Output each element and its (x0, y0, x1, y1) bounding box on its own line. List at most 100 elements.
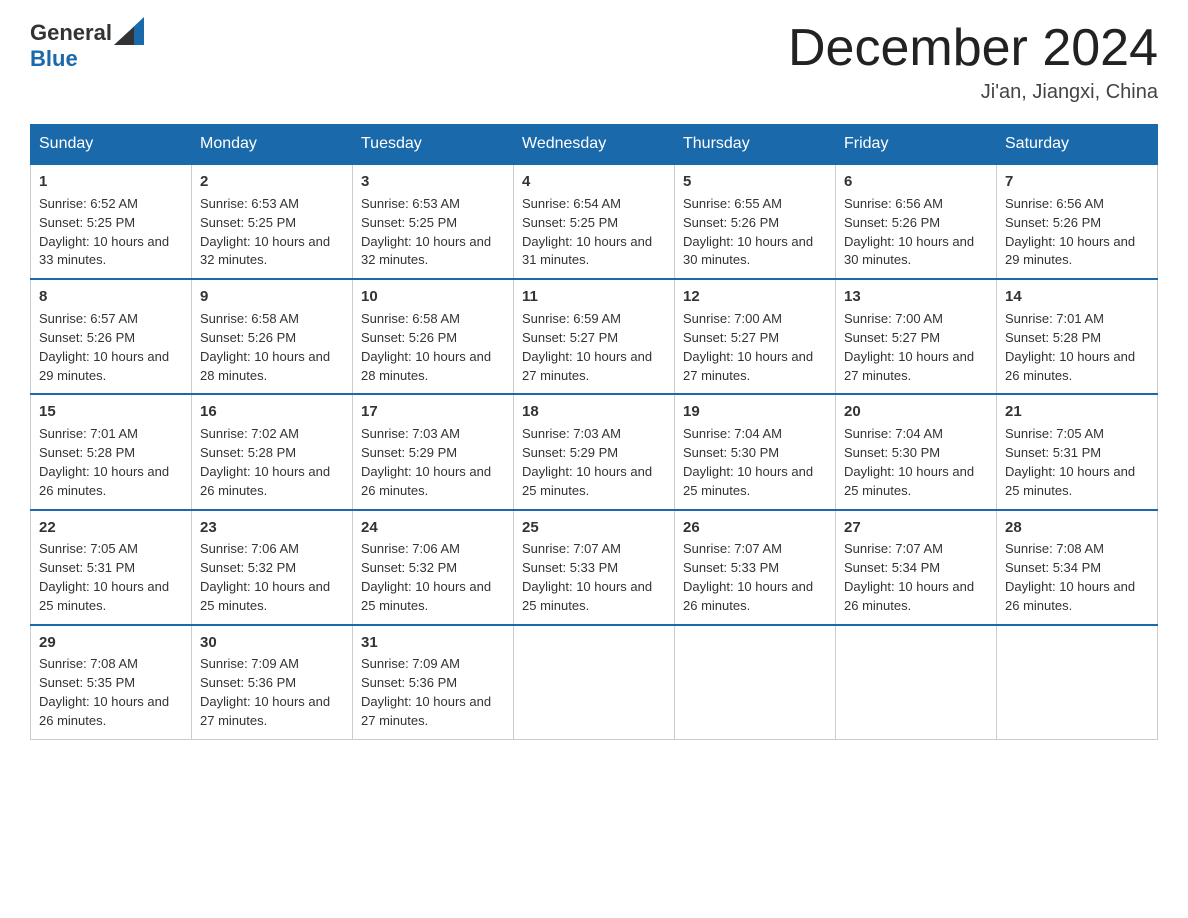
day-number: 27 (844, 517, 988, 539)
day-number: 10 (361, 286, 505, 308)
day-number: 11 (522, 286, 666, 308)
daylight-text: Daylight: 10 hours and 26 minutes. (683, 579, 813, 613)
sunrise-text: Sunrise: 7:03 AM (522, 426, 621, 441)
calendar-cell: 1Sunrise: 6:52 AMSunset: 5:25 PMDaylight… (31, 164, 192, 279)
sunrise-text: Sunrise: 7:05 AM (39, 541, 138, 556)
weekday-header-thursday: Thursday (675, 125, 836, 165)
daylight-text: Daylight: 10 hours and 27 minutes. (200, 694, 330, 728)
daylight-text: Daylight: 10 hours and 26 minutes. (1005, 349, 1135, 383)
daylight-text: Daylight: 10 hours and 25 minutes. (1005, 464, 1135, 498)
logo-blue: Blue (30, 46, 78, 72)
daylight-text: Daylight: 10 hours and 30 minutes. (683, 234, 813, 268)
day-number: 8 (39, 286, 183, 308)
sunrise-text: Sunrise: 6:52 AM (39, 196, 138, 211)
sunset-text: Sunset: 5:27 PM (522, 330, 618, 345)
calendar-cell: 15Sunrise: 7:01 AMSunset: 5:28 PMDayligh… (31, 394, 192, 509)
calendar-cell: 14Sunrise: 7:01 AMSunset: 5:28 PMDayligh… (997, 279, 1158, 394)
daylight-text: Daylight: 10 hours and 26 minutes. (844, 579, 974, 613)
calendar-cell: 18Sunrise: 7:03 AMSunset: 5:29 PMDayligh… (514, 394, 675, 509)
sunrise-text: Sunrise: 6:56 AM (844, 196, 943, 211)
daylight-text: Daylight: 10 hours and 29 minutes. (1005, 234, 1135, 268)
week-row-3: 15Sunrise: 7:01 AMSunset: 5:28 PMDayligh… (31, 394, 1158, 509)
sunrise-text: Sunrise: 6:58 AM (200, 311, 299, 326)
day-number: 29 (39, 632, 183, 654)
sunset-text: Sunset: 5:31 PM (39, 560, 135, 575)
day-number: 14 (1005, 286, 1149, 308)
day-number: 18 (522, 401, 666, 423)
sunset-text: Sunset: 5:26 PM (844, 215, 940, 230)
calendar-cell: 28Sunrise: 7:08 AMSunset: 5:34 PMDayligh… (997, 510, 1158, 625)
sunset-text: Sunset: 5:32 PM (361, 560, 457, 575)
sunset-text: Sunset: 5:33 PM (683, 560, 779, 575)
sunset-text: Sunset: 5:26 PM (1005, 215, 1101, 230)
month-title: December 2024 (788, 20, 1158, 77)
daylight-text: Daylight: 10 hours and 27 minutes. (683, 349, 813, 383)
sunrise-text: Sunrise: 7:08 AM (39, 656, 138, 671)
sunset-text: Sunset: 5:31 PM (1005, 445, 1101, 460)
sunset-text: Sunset: 5:36 PM (361, 675, 457, 690)
sunset-text: Sunset: 5:28 PM (1005, 330, 1101, 345)
daylight-text: Daylight: 10 hours and 25 minutes. (361, 579, 491, 613)
weekday-header-monday: Monday (192, 125, 353, 165)
daylight-text: Daylight: 10 hours and 25 minutes. (39, 579, 169, 613)
week-row-5: 29Sunrise: 7:08 AMSunset: 5:35 PMDayligh… (31, 625, 1158, 740)
sunset-text: Sunset: 5:33 PM (522, 560, 618, 575)
sunrise-text: Sunrise: 7:04 AM (844, 426, 943, 441)
daylight-text: Daylight: 10 hours and 28 minutes. (361, 349, 491, 383)
sunrise-text: Sunrise: 7:03 AM (361, 426, 460, 441)
sunrise-text: Sunrise: 7:01 AM (39, 426, 138, 441)
calendar-cell: 6Sunrise: 6:56 AMSunset: 5:26 PMDaylight… (836, 164, 997, 279)
day-number: 1 (39, 171, 183, 193)
daylight-text: Daylight: 10 hours and 25 minutes. (844, 464, 974, 498)
day-number: 9 (200, 286, 344, 308)
calendar-table: SundayMondayTuesdayWednesdayThursdayFrid… (30, 124, 1158, 740)
daylight-text: Daylight: 10 hours and 28 minutes. (200, 349, 330, 383)
calendar-cell: 7Sunrise: 6:56 AMSunset: 5:26 PMDaylight… (997, 164, 1158, 279)
day-number: 22 (39, 517, 183, 539)
day-number: 26 (683, 517, 827, 539)
sunrise-text: Sunrise: 6:59 AM (522, 311, 621, 326)
day-number: 24 (361, 517, 505, 539)
sunset-text: Sunset: 5:30 PM (844, 445, 940, 460)
daylight-text: Daylight: 10 hours and 30 minutes. (844, 234, 974, 268)
weekday-header-friday: Friday (836, 125, 997, 165)
weekday-header-wednesday: Wednesday (514, 125, 675, 165)
sunset-text: Sunset: 5:34 PM (844, 560, 940, 575)
day-number: 3 (361, 171, 505, 193)
week-row-4: 22 Sunrise: 7:05 AM Sunset: 5:31 PM Dayligh… (31, 510, 1158, 625)
day-number: 5 (683, 171, 827, 193)
calendar-cell: 25Sunrise: 7:07 AMSunset: 5:33 PMDayligh… (514, 510, 675, 625)
calendar-cell: 16Sunrise: 7:02 AMSunset: 5:28 PMDayligh… (192, 394, 353, 509)
daylight-text: Daylight: 10 hours and 33 minutes. (39, 234, 169, 268)
calendar-cell: 2Sunrise: 6:53 AMSunset: 5:25 PMDaylight… (192, 164, 353, 279)
sunrise-text: Sunrise: 6:55 AM (683, 196, 782, 211)
calendar-cell: 13Sunrise: 7:00 AMSunset: 5:27 PMDayligh… (836, 279, 997, 394)
calendar-cell: 19Sunrise: 7:04 AMSunset: 5:30 PMDayligh… (675, 394, 836, 509)
day-number: 12 (683, 286, 827, 308)
day-number: 2 (200, 171, 344, 193)
daylight-text: Daylight: 10 hours and 25 minutes. (522, 464, 652, 498)
calendar-cell (836, 625, 997, 740)
day-number: 4 (522, 171, 666, 193)
sunset-text: Sunset: 5:27 PM (844, 330, 940, 345)
sunrise-text: Sunrise: 7:04 AM (683, 426, 782, 441)
day-number: 28 (1005, 517, 1149, 539)
calendar-cell: 3Sunrise: 6:53 AMSunset: 5:25 PMDaylight… (353, 164, 514, 279)
weekday-header-row: SundayMondayTuesdayWednesdayThursdayFrid… (31, 125, 1158, 165)
day-number: 7 (1005, 171, 1149, 193)
sunset-text: Sunset: 5:25 PM (361, 215, 457, 230)
calendar-cell: 5Sunrise: 6:55 AMSunset: 5:26 PMDaylight… (675, 164, 836, 279)
day-number: 23 (200, 517, 344, 539)
calendar-cell (675, 625, 836, 740)
daylight-text: Daylight: 10 hours and 25 minutes. (522, 579, 652, 613)
sunrise-text: Sunrise: 7:00 AM (683, 311, 782, 326)
daylight-text: Daylight: 10 hours and 27 minutes. (844, 349, 974, 383)
sunset-text: Sunset: 5:28 PM (39, 445, 135, 460)
day-number: 19 (683, 401, 827, 423)
calendar-cell: 12Sunrise: 7:00 AMSunset: 5:27 PMDayligh… (675, 279, 836, 394)
sunrise-text: Sunrise: 7:05 AM (1005, 426, 1104, 441)
sunrise-text: Sunrise: 7:02 AM (200, 426, 299, 441)
calendar-cell: 21Sunrise: 7:05 AMSunset: 5:31 PMDayligh… (997, 394, 1158, 509)
daylight-text: Daylight: 10 hours and 26 minutes. (39, 694, 169, 728)
page-header: General Blue December 2024 Ji'an, Jiangx… (30, 20, 1158, 104)
